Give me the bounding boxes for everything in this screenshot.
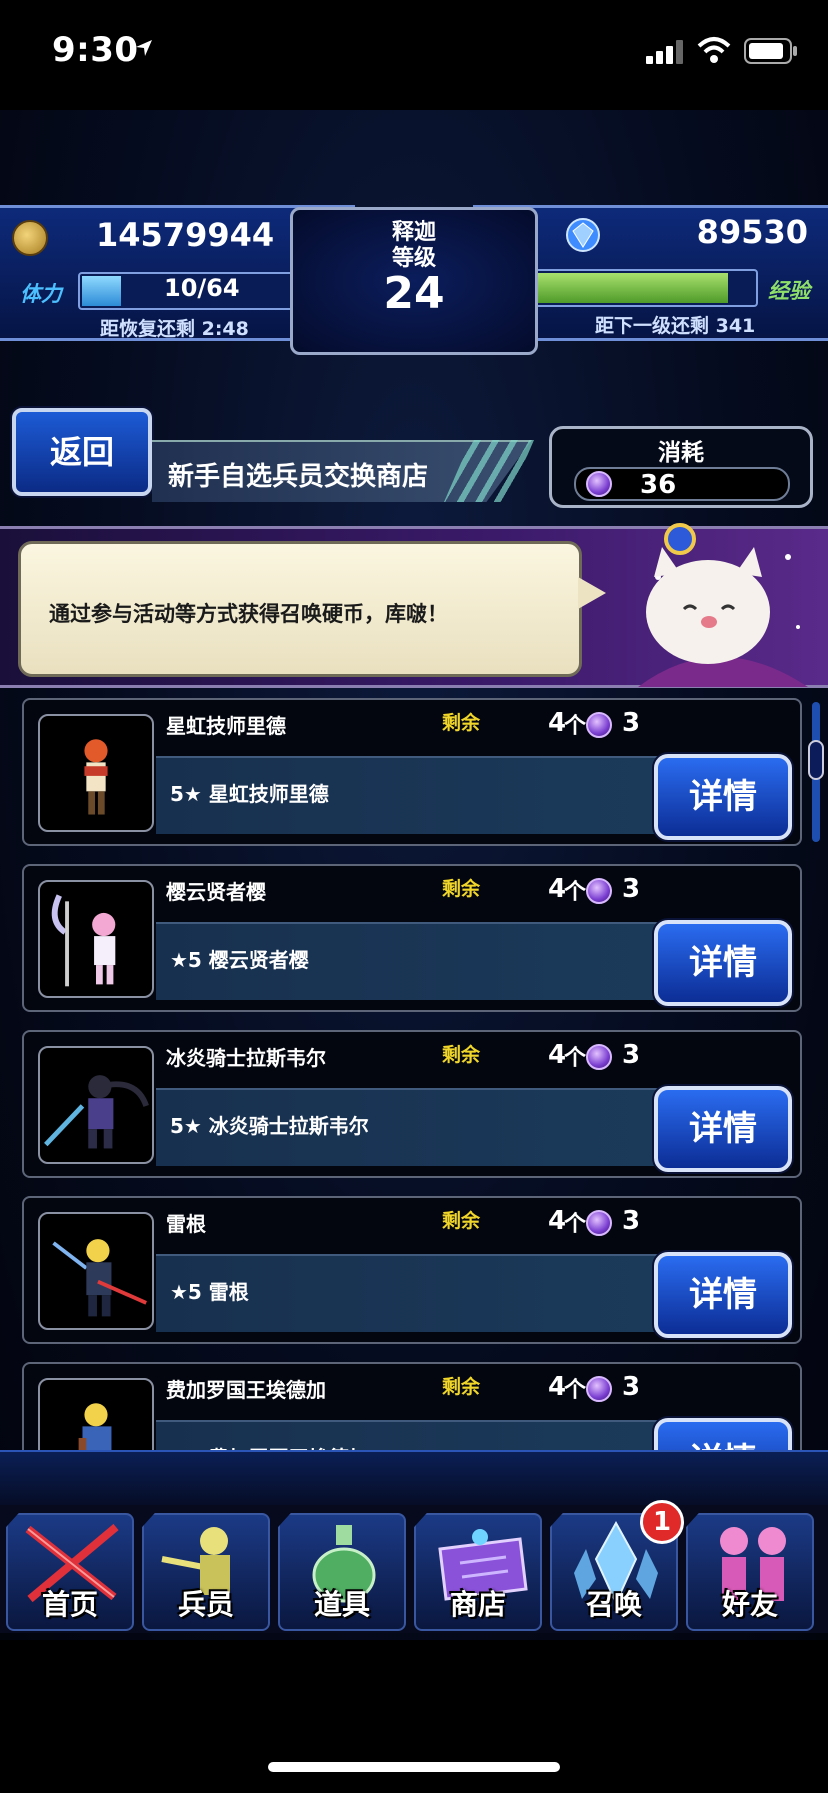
gem-amount: 89530 xyxy=(696,213,808,251)
unit-sprite-icon xyxy=(51,894,116,987)
nav-separator xyxy=(0,1450,828,1510)
status-bar: 9:30 xyxy=(0,0,828,110)
summon-coin-icon xyxy=(586,1210,612,1236)
stamina-label: 体力 xyxy=(20,282,62,306)
item-name: 冰炎骑士拉斯韦尔 xyxy=(166,1046,326,1070)
unit-sprite-icon xyxy=(78,1403,112,1450)
item-subtitle: 5★ 费加罗国王埃德加 xyxy=(170,1442,369,1450)
wifi-icon xyxy=(697,37,731,63)
remaining-unit: 个 xyxy=(564,880,587,905)
nav-units[interactable]: 兵员 xyxy=(142,1513,270,1631)
unit-sprite-icon xyxy=(84,739,108,815)
detail-button[interactable]: 详情 xyxy=(654,754,792,840)
nav-label: 召唤 xyxy=(585,1588,642,1621)
remaining-label: 剩余 xyxy=(442,1210,481,1232)
back-button[interactable]: 返回 xyxy=(12,408,152,496)
cost-box: 消耗 36 xyxy=(549,426,813,508)
cost-label: 消耗 xyxy=(658,440,704,466)
shop-item: 星虹技师里德 剩余 4 个 3 5★ 星虹技师里德 详情 xyxy=(22,698,802,846)
rank-level-box[interactable]: 释迦 等级 24 xyxy=(290,207,538,355)
summon-coin-icon xyxy=(586,878,612,904)
remaining-label: 剩余 xyxy=(442,712,481,734)
summon-notification-badge: 1 xyxy=(640,1500,684,1544)
shop-item: 费加罗国王埃德加 剩余 4 个 3 5★ 费加罗国王埃德加 详情 xyxy=(22,1362,802,1450)
remaining-label: 剩余 xyxy=(442,1376,481,1398)
unit-portrait[interactable] xyxy=(38,880,154,998)
item-name: 樱云贤者樱 xyxy=(166,880,266,904)
shop-item: 樱云贤者樱 剩余 4 个 3 ★5 樱云贤者樱 详情 xyxy=(22,864,802,1012)
remaining-unit: 个 xyxy=(564,1046,587,1071)
remaining-unit: 个 xyxy=(564,714,587,739)
item-price: 3 xyxy=(622,1040,641,1070)
item-subtitle: ★5 雷根 xyxy=(170,1280,249,1304)
banner-message: 通过参与活动等方式获得召唤硬币，库啵！ xyxy=(49,602,448,626)
game-screen: 14579944 体力 10/64 距恢复还剩 2:48 89530 经验 距下… xyxy=(0,110,828,1640)
nav-label: 兵员 xyxy=(177,1588,234,1621)
unit-portrait[interactable] xyxy=(38,1212,154,1330)
item-name: 费加罗国王埃德加 xyxy=(166,1378,326,1402)
moogle-mascot-icon xyxy=(638,523,808,687)
cellular-signal-icon xyxy=(646,40,683,64)
shop-item: 冰炎骑士拉斯韦尔 剩余 4 个 3 5★ 冰炎骑士拉斯韦尔 详情 xyxy=(22,1030,802,1178)
battery-icon xyxy=(744,38,797,64)
unit-sprite-icon xyxy=(44,1075,149,1149)
shop-title: 新手自选兵员交换商店 xyxy=(168,462,429,492)
item-name: 星虹技师里德 xyxy=(166,714,286,738)
unit-sprite-icon xyxy=(52,1239,147,1317)
gold-coin-icon xyxy=(12,220,48,256)
unit-portrait[interactable] xyxy=(38,1378,154,1450)
detail-button[interactable]: 详情 xyxy=(654,1086,792,1172)
summon-coin-icon xyxy=(586,712,612,738)
nav-shop[interactable]: 商店 xyxy=(414,1513,542,1631)
unit-portrait[interactable] xyxy=(38,1046,154,1164)
stamina-value: 10/64 xyxy=(164,274,240,302)
speech-bubble-tail xyxy=(578,577,606,609)
gold-amount: 14579944 xyxy=(96,216,275,254)
nav-home[interactable]: 首页 xyxy=(6,1513,134,1631)
summon-coin-icon xyxy=(586,471,612,497)
location-arrow-icon xyxy=(136,40,152,56)
nav-items[interactable]: 道具 xyxy=(278,1513,406,1631)
nav-label: 首页 xyxy=(41,1588,98,1621)
detail-button[interactable]: 详情 xyxy=(654,920,792,1006)
home-indicator[interactable] xyxy=(268,1762,560,1772)
nav-label: 商店 xyxy=(449,1588,506,1621)
next-level-remaining: 距下一级还剩 341 xyxy=(595,315,756,337)
item-subtitle: 5★ 冰炎骑士拉斯韦尔 xyxy=(170,1114,369,1138)
remaining-unit: 个 xyxy=(564,1212,587,1237)
player-level: 24 xyxy=(383,268,445,319)
item-price: 3 xyxy=(622,1372,641,1402)
bottom-nav: 首页 兵员 道具 商店 召唤 好友 xyxy=(0,1505,828,1633)
clock: 9:30 xyxy=(52,30,139,70)
shop-item: 雷根 剩余 4 个 3 ★5 雷根 详情 xyxy=(22,1196,802,1344)
cost-value: 36 xyxy=(640,470,677,500)
item-subtitle: ★5 樱云贤者樱 xyxy=(170,948,309,972)
item-price: 3 xyxy=(622,1206,641,1236)
nav-label: 道具 xyxy=(313,1588,370,1621)
summon-coin-icon xyxy=(586,1044,612,1070)
item-price: 3 xyxy=(622,874,641,904)
shop-item-list: 星虹技师里德 剩余 4 个 3 5★ 星虹技师里德 详情 樱云贤者樱 剩余 4 … xyxy=(0,698,828,1450)
unit-portrait[interactable] xyxy=(38,714,154,832)
cost-value-field: 36 xyxy=(574,467,790,501)
speech-bubble: 通过参与活动等方式获得召唤硬币，库啵！ xyxy=(18,541,582,677)
detail-button[interactable]: 详情 xyxy=(654,1252,792,1338)
item-name: 雷根 xyxy=(166,1212,206,1236)
summon-coin-icon xyxy=(586,1376,612,1402)
remaining-label: 剩余 xyxy=(442,878,481,900)
remaining-unit: 个 xyxy=(564,1378,587,1403)
nav-label: 好友 xyxy=(721,1588,778,1621)
item-subtitle: 5★ 星虹技师里德 xyxy=(170,782,329,806)
exp-label: 经验 xyxy=(768,279,810,303)
remaining-label: 剩余 xyxy=(442,1044,481,1066)
nav-friends[interactable]: 好友 xyxy=(686,1513,814,1631)
moogle-banner: 通过参与活动等方式获得召唤硬币，库啵！ xyxy=(0,523,828,688)
stamina-recover-timer: 距恢复还剩 2:48 xyxy=(100,318,249,340)
detail-button[interactable]: 详情 xyxy=(654,1418,792,1450)
stamina-bar-fill xyxy=(82,276,121,306)
item-price: 3 xyxy=(622,708,641,738)
lapis-gem-icon xyxy=(566,218,600,252)
